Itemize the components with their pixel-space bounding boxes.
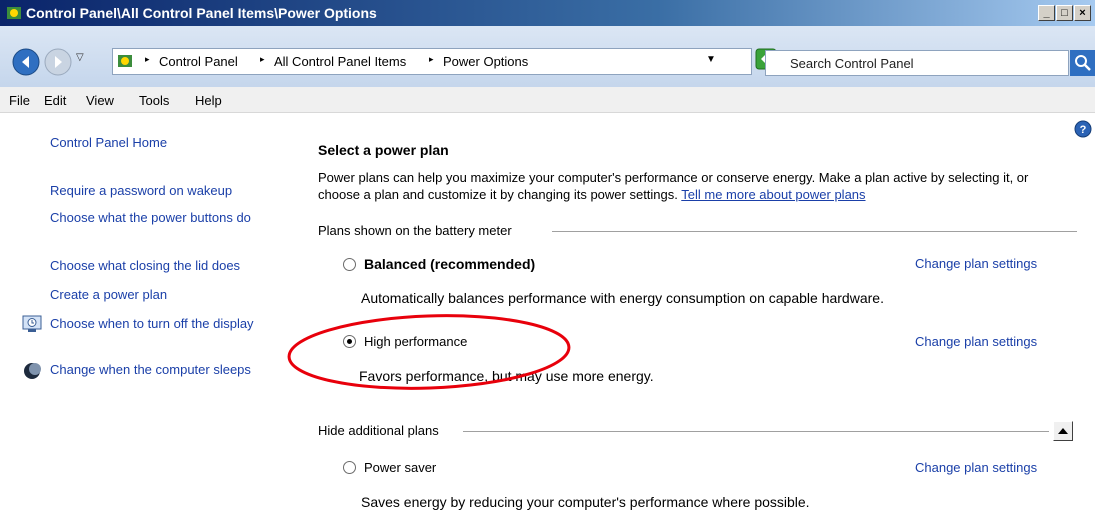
annotation-ellipse (287, 314, 571, 390)
sidebar-item-create-plan[interactable]: Create a power plan (50, 287, 167, 302)
sidebar-item-power-buttons[interactable]: Choose what the power buttons do (50, 209, 275, 226)
change-plan-settings-balanced[interactable]: Change plan settings (915, 256, 1037, 271)
address-dropdown-icon[interactable]: ▼ (706, 54, 716, 65)
menu-view[interactable]: View (86, 93, 114, 108)
chevron-up-icon (1058, 428, 1068, 434)
maximize-button[interactable]: □ (1056, 5, 1073, 21)
sidebar-item-turn-off-display[interactable]: Choose when to turn off the display (50, 315, 270, 332)
sidebar-item-require-password[interactable]: Require a password on wakeup (50, 183, 232, 198)
breadcrumb-control-panel[interactable]: Control Panel (159, 54, 238, 69)
control-panel-icon (7, 7, 21, 19)
sidebar-item-computer-sleeps[interactable]: Change when the computer sleeps (50, 362, 251, 377)
change-plan-settings-high-performance[interactable]: Change plan settings (915, 334, 1037, 349)
chevron-right-icon[interactable]: ▸ (145, 54, 150, 65)
plan-desc-power-saver: Saves energy by reducing your computer's… (361, 494, 810, 510)
title-bar: Control Panel\All Control Panel Items\Po… (0, 0, 1095, 26)
menu-edit[interactable]: Edit (44, 93, 66, 108)
battery-section-label: Plans shown on the battery meter (318, 223, 512, 238)
section-divider (552, 231, 1077, 232)
search-box[interactable]: Search Control Panel (765, 50, 1069, 76)
close-button[interactable]: × (1074, 5, 1091, 21)
breadcrumb-power-options[interactable]: Power Options (443, 54, 528, 69)
menu-tools[interactable]: Tools (139, 93, 169, 108)
breadcrumb-all-items[interactable]: All Control Panel Items (274, 54, 406, 69)
collapse-button[interactable] (1053, 421, 1073, 441)
change-plan-settings-power-saver[interactable]: Change plan settings (915, 460, 1037, 475)
plan-desc-balanced: Automatically balances performance with … (361, 290, 884, 306)
history-dropdown-icon[interactable]: ▽ (76, 52, 84, 63)
sleep-icon (24, 363, 41, 379)
chevron-right-icon[interactable]: ▸ (260, 54, 265, 65)
menu-file[interactable]: File (9, 93, 30, 108)
search-icon[interactable] (1070, 50, 1095, 76)
left-pane: Control Panel Home Require a password on… (0, 113, 300, 521)
search-input[interactable]: Search Control Panel (790, 56, 914, 71)
plan-name-balanced: Balanced (recommended) (364, 256, 536, 272)
menu-help[interactable]: Help (195, 93, 222, 108)
control-panel-home-link[interactable]: Control Panel Home (50, 135, 167, 150)
minimize-button[interactable]: _ (1038, 5, 1055, 21)
help-icon[interactable]: ? (1074, 120, 1092, 138)
page-description: Power plans can help you maximize your c… (318, 169, 1058, 203)
page-heading: Select a power plan (318, 142, 449, 158)
balanced-radio[interactable] (343, 258, 356, 271)
menu-bar: File Edit View Tools Help (0, 87, 1095, 113)
control-panel-icon (118, 55, 132, 67)
power-saver-radio[interactable] (343, 461, 356, 474)
svg-text:?: ? (1080, 124, 1087, 136)
description-text: Power plans can help you maximize your c… (318, 170, 1029, 202)
learn-more-link[interactable]: Tell me more about power plans (681, 187, 865, 202)
sidebar-item-closing-lid[interactable]: Choose what closing the lid does (50, 258, 240, 273)
additional-section-label: Hide additional plans (318, 423, 439, 438)
forward-icon[interactable] (44, 48, 72, 76)
window-title: Control Panel\All Control Panel Items\Po… (26, 5, 377, 21)
section-divider (463, 431, 1049, 432)
display-off-icon (22, 315, 42, 332)
back-icon[interactable] (12, 48, 40, 76)
plan-name-power-saver: Power saver (364, 460, 437, 475)
chevron-right-icon[interactable]: ▸ (429, 54, 434, 65)
address-bar[interactable]: ▸ Control Panel ▸ All Control Panel Item… (112, 48, 752, 75)
